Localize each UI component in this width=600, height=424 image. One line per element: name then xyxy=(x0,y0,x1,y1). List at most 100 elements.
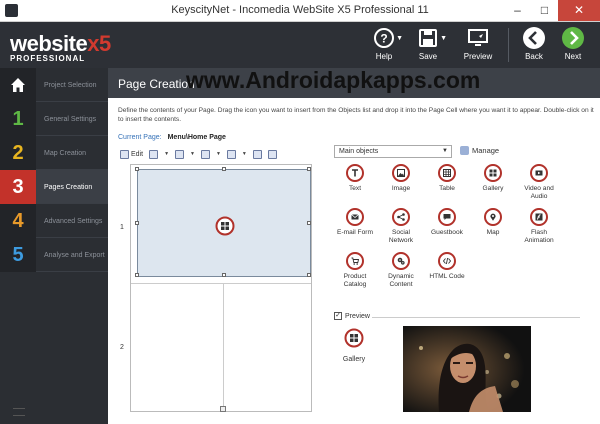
maximize-button[interactable]: □ xyxy=(531,0,558,21)
gallery-icon xyxy=(215,216,235,236)
gears-icon xyxy=(392,252,410,270)
back-button[interactable]: Back xyxy=(514,26,554,61)
arrow-right-icon xyxy=(562,27,584,49)
sidebar-item-general-settings[interactable]: 1 General Settings xyxy=(0,102,108,136)
chevron-down-icon: ▼ xyxy=(164,151,170,157)
object-video-audio[interactable]: Video and Audio xyxy=(518,164,560,201)
object-map[interactable]: Map xyxy=(472,208,514,237)
home-icon xyxy=(0,68,36,102)
style-icon[interactable] xyxy=(149,149,159,159)
video-icon xyxy=(530,164,548,182)
table-icon xyxy=(438,164,456,182)
preview-checkbox[interactable]: ✓ Preview xyxy=(334,312,370,320)
gallery-icon xyxy=(344,328,364,348)
chevron-down-icon: ▼ xyxy=(190,151,195,157)
row-number: 1 xyxy=(120,224,124,231)
clear-cell-icon[interactable] xyxy=(267,149,277,159)
title-bar: KeyscityNet - Incomedia WebSite X5 Profe… xyxy=(0,0,600,22)
flash-icon xyxy=(530,208,548,226)
resize-handle[interactable] xyxy=(307,167,311,171)
page-layout-grid xyxy=(130,164,312,412)
minimize-button[interactable]: – xyxy=(504,0,531,21)
toolbar-separator xyxy=(508,28,509,62)
cell-edit-toolbar: Edit ▼ ▼ ▼ ▼ xyxy=(120,148,277,160)
object-email-form[interactable]: E-mail Form xyxy=(334,208,376,237)
text-icon xyxy=(346,164,364,182)
manage-icon xyxy=(460,146,469,155)
watermark-text: www.Androidapkapps.com xyxy=(186,67,481,93)
current-page-indicator: Current Page: Menu\Home Page xyxy=(118,134,226,141)
anchor-icon[interactable] xyxy=(175,149,185,159)
menu-lines-icon[interactable] xyxy=(13,408,25,416)
sidebar-item-pages-creation[interactable]: 3 Pages Creation xyxy=(0,170,108,204)
page-title: Page Creation xyxy=(118,77,195,91)
resize-handle[interactable] xyxy=(135,221,139,225)
gallery-object-in-cell[interactable] xyxy=(215,216,235,241)
chevron-down-icon: ▼ xyxy=(440,35,447,42)
envelope-icon xyxy=(346,208,364,226)
chat-bubble-icon xyxy=(438,208,456,226)
next-button[interactable]: Next xyxy=(553,26,593,61)
object-text[interactable]: Text xyxy=(334,164,376,193)
floppy-disk-icon xyxy=(419,29,437,47)
gallery-preview-image xyxy=(403,326,531,412)
checkbox-checked: ✓ xyxy=(334,312,342,320)
page-cell-selected[interactable] xyxy=(135,167,311,277)
resize-handle[interactable] xyxy=(222,167,226,171)
object-product-catalog[interactable]: Product Catalog xyxy=(334,252,376,289)
gallery-icon xyxy=(484,164,502,182)
app-window: KeyscityNet - Incomedia WebSite X5 Profe… xyxy=(0,0,600,424)
chevron-down-icon: ▼ xyxy=(396,35,403,42)
object-flash-animation[interactable]: Flash Animation xyxy=(518,208,560,245)
chevron-down-icon: ▼ xyxy=(442,148,448,154)
manage-button[interactable]: Manage xyxy=(460,146,499,155)
sidebar-item-analyse-export[interactable]: 5 Analyse and Export xyxy=(0,238,108,272)
wizard-sidebar: Project Selection 1 General Settings 2 M… xyxy=(0,68,108,424)
close-button[interactable]: ✕ xyxy=(558,0,600,21)
page-content: Define the contents of your Page. Drag t… xyxy=(108,98,600,424)
row-number: 2 xyxy=(120,344,124,351)
map-pin-icon xyxy=(484,208,502,226)
object-category-select[interactable]: Main objects ▼ xyxy=(334,145,452,158)
object-html-code[interactable]: HTML Code xyxy=(426,252,468,281)
edit-button[interactable]: Edit xyxy=(120,149,143,159)
resize-handle[interactable] xyxy=(135,273,139,277)
resize-handle[interactable] xyxy=(307,273,311,277)
svg-text:?: ? xyxy=(380,32,387,46)
section-divider xyxy=(372,317,580,318)
code-icon xyxy=(438,252,456,270)
help-icon: ? xyxy=(374,28,394,48)
image-icon xyxy=(392,164,410,182)
arrow-left-icon xyxy=(523,27,545,49)
object-gallery[interactable]: Gallery xyxy=(472,164,514,193)
sidebar-item-advanced-settings[interactable]: 4 Advanced Settings xyxy=(0,204,108,238)
page-description: Define the contents of your Page. Drag t… xyxy=(118,107,594,123)
resize-handle[interactable] xyxy=(307,221,311,225)
delete-row-icon[interactable] xyxy=(252,149,262,159)
sidebar-item-project-selection[interactable]: Project Selection xyxy=(0,68,108,102)
resize-handle[interactable] xyxy=(135,167,139,171)
page-cell[interactable] xyxy=(224,284,312,412)
preview-button[interactable]: Preview xyxy=(458,26,498,61)
column-insert-icon[interactable] xyxy=(226,149,236,159)
page-cell[interactable] xyxy=(131,284,223,412)
resize-handle[interactable] xyxy=(222,273,226,277)
objects-list: Text Image Table Gallery Video and Audio… xyxy=(334,164,574,294)
preview-object: Gallery xyxy=(336,328,372,363)
save-button[interactable]: ▼ Save xyxy=(408,26,448,61)
object-guestbook[interactable]: Guestbook xyxy=(426,208,468,237)
pencil-icon xyxy=(120,149,129,159)
help-button[interactable]: ? ▼ Help xyxy=(364,26,404,61)
row-insert-icon[interactable] xyxy=(200,149,210,159)
object-dynamic-content[interactable]: Dynamic Content xyxy=(380,252,422,289)
chevron-down-icon: ▼ xyxy=(241,151,247,157)
website-x5-logo: websitex5 PROFESSIONAL xyxy=(10,31,111,63)
object-table[interactable]: Table xyxy=(426,164,468,193)
cart-icon xyxy=(346,252,364,270)
chevron-down-icon: ▼ xyxy=(215,151,221,157)
grid-resize-handle[interactable] xyxy=(220,406,226,412)
object-social-network[interactable]: Social Network xyxy=(380,208,422,245)
share-icon xyxy=(392,208,410,226)
sidebar-item-map-creation[interactable]: 2 Map Creation xyxy=(0,136,108,170)
object-image[interactable]: Image xyxy=(380,164,422,193)
